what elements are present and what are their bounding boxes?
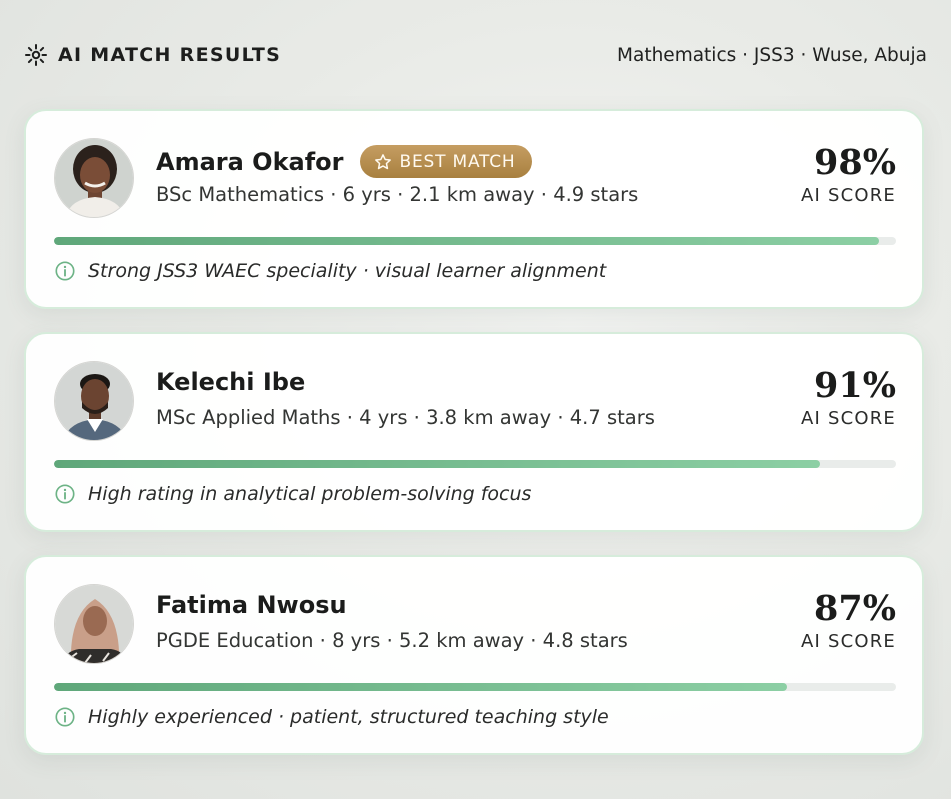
results-header: AI MATCH RESULTS Mathematics · JSS3 · Wu… <box>24 38 927 72</box>
ai-score-label: AI SCORE <box>801 185 896 206</box>
ai-score: 87% AI SCORE <box>801 588 896 653</box>
score-progress-fill <box>54 683 787 691</box>
info-icon <box>54 483 76 505</box>
insight-text: Highly experienced · patient, structured… <box>88 706 609 728</box>
info-icon <box>54 706 76 728</box>
tutor-meta: MSc Applied Maths · 4 yrs · 3.8 km away … <box>156 406 655 429</box>
name-row: Kelechi Ibe <box>156 368 305 396</box>
name-row: Fatima Nwosu <box>156 591 347 619</box>
tutor-name: Kelechi Ibe <box>156 368 306 396</box>
avatar <box>54 138 134 218</box>
ai-score: 98% AI SCORE <box>801 142 896 207</box>
name-row: Amara Okafor BEST MATCH <box>156 145 532 178</box>
search-context: Mathematics · JSS3 · Wuse, Abuja <box>617 44 927 66</box>
tutor-meta: BSc Mathematics · 6 yrs · 2.1 km away · … <box>156 183 639 206</box>
star-outline-icon <box>374 153 392 171</box>
ai-score-value: 87% <box>814 588 896 629</box>
ai-score-label: AI SCORE <box>801 631 896 652</box>
insight-text: Strong JSS3 WAEC speciality · visual lea… <box>88 260 607 282</box>
match-insight: High rating in analytical problem-solvin… <box>54 483 531 505</box>
insight-text: High rating in analytical problem-solvin… <box>88 483 532 505</box>
info-icon <box>54 260 76 282</box>
ai-score-value: 91% <box>814 365 896 406</box>
tutor-name: Fatima Nwosu <box>156 591 347 619</box>
avatar <box>54 361 134 441</box>
header-brand: AI MATCH RESULTS <box>24 43 281 67</box>
score-progress-fill <box>54 237 880 245</box>
tutor-meta: PGDE Education · 8 yrs · 5.2 km away · 4… <box>156 629 628 652</box>
ai-score-label: AI SCORE <box>801 408 896 429</box>
match-insight: Strong JSS3 WAEC speciality · visual lea… <box>54 260 606 282</box>
tutor-name: Amara Okafor <box>156 147 344 176</box>
avatar <box>54 584 134 664</box>
ai-score-value: 98% <box>814 142 896 183</box>
score-progress-bar <box>54 237 896 245</box>
badge-label: BEST MATCH <box>399 151 516 172</box>
best-match-badge: BEST MATCH <box>359 145 532 178</box>
score-progress-fill <box>54 460 821 468</box>
ai-score: 91% AI SCORE <box>801 365 896 430</box>
page-title: AI MATCH RESULTS <box>58 44 282 66</box>
score-progress-bar <box>54 460 896 468</box>
tutor-card[interactable]: Kelechi Ibe MSc Applied Maths · 4 yrs · … <box>24 332 924 532</box>
sparkle-icon <box>24 43 48 67</box>
tutor-card[interactable]: Amara Okafor BEST MATCH BSc Mathematics … <box>24 109 924 309</box>
tutor-card[interactable]: Fatima Nwosu PGDE Education · 8 yrs · 5.… <box>24 555 924 755</box>
match-insight: Highly experienced · patient, structured… <box>54 706 609 728</box>
score-progress-bar <box>54 683 896 691</box>
